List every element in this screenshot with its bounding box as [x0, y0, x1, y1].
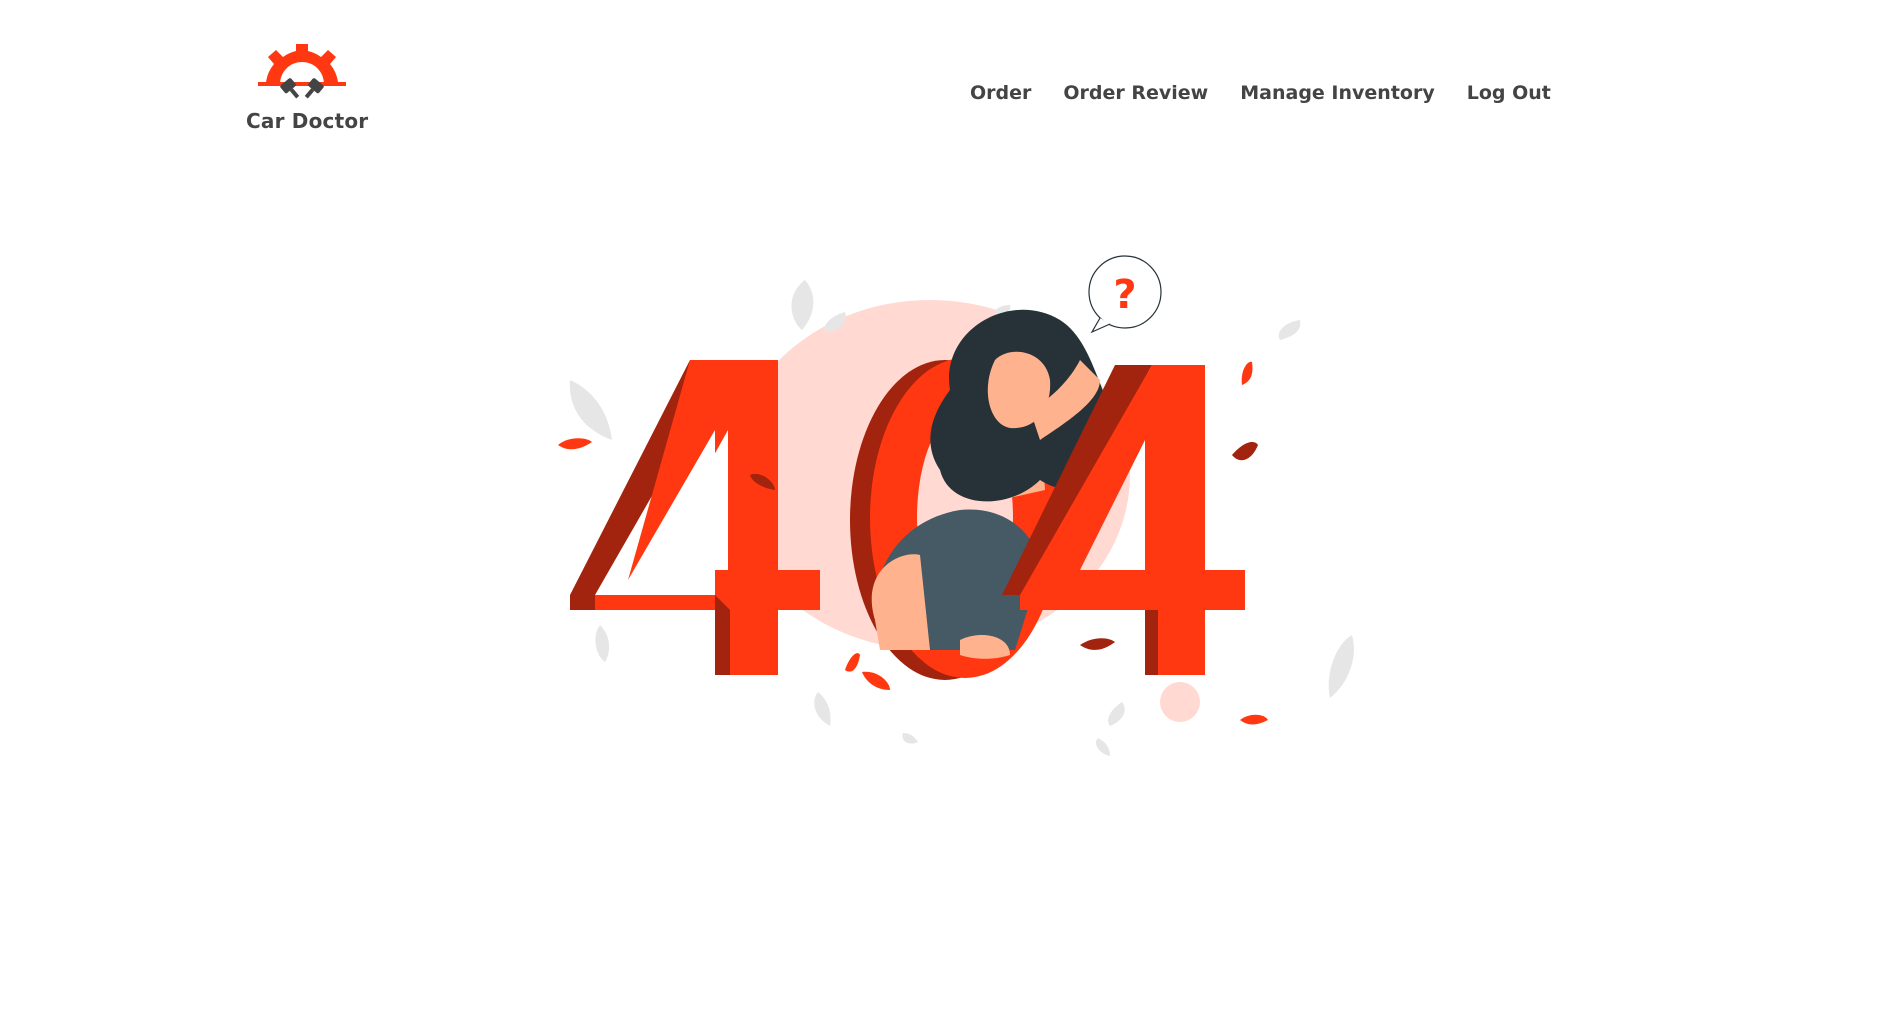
main-nav: Order Order Review Manage Inventory Log … [970, 78, 1551, 108]
not-found-page: Car Doctor Order Order Review Manage Inv… [0, 0, 1903, 1033]
nav-link-order[interactable]: Order [970, 82, 1031, 104]
question-mark: ? [1113, 272, 1136, 318]
nav-link-order-review[interactable]: Order Review [1063, 82, 1208, 104]
gear-pistons-icon [258, 44, 346, 104]
nav-link-manage-inventory[interactable]: Manage Inventory [1240, 82, 1434, 104]
nav-link-log-out[interactable]: Log Out [1467, 82, 1551, 104]
brand-logo[interactable]: Car Doctor [246, 44, 369, 139]
background-dot [1160, 682, 1200, 722]
brand-name: Car Doctor [246, 109, 369, 133]
not-found-illustration: ? [558, 255, 1354, 756]
nav-item-manage-inventory: Manage Inventory [1240, 82, 1434, 104]
nav-item-order: Order [970, 82, 1031, 104]
nav-item-order-review: Order Review [1063, 82, 1208, 104]
nav-item-log-out: Log Out [1467, 82, 1551, 104]
navbar: Car Doctor Order Order Review Manage Inv… [0, 0, 1903, 150]
